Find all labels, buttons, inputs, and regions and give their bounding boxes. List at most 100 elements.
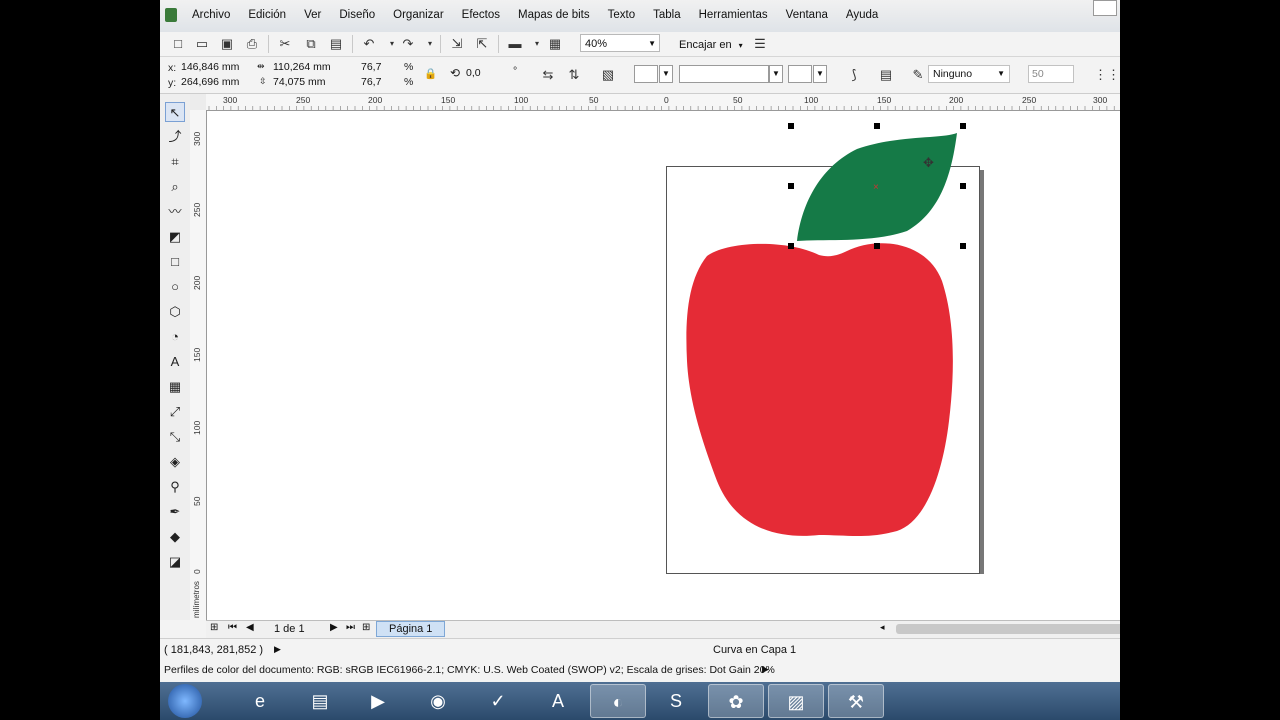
cut-icon[interactable]: ✂ [277, 36, 293, 52]
menu-diseno[interactable]: Diseño [330, 9, 384, 21]
selection-handle[interactable] [788, 243, 794, 249]
corel-icon[interactable]: ✿ [708, 684, 764, 718]
todoist-icon[interactable]: ✓ [470, 684, 526, 718]
window-control-button[interactable] [1093, 0, 1117, 16]
selection-handle[interactable] [874, 243, 880, 249]
y-position-field[interactable]: 264,696 mm [178, 75, 248, 89]
application-launcher-icon[interactable]: ▬ [507, 36, 523, 52]
internet-explorer-icon[interactable]: e [232, 684, 288, 718]
drawing-canvas[interactable]: × ✥ [207, 111, 1120, 620]
outline-tool-icon[interactable]: ✒ [165, 502, 185, 522]
apple-shape[interactable] [686, 243, 953, 536]
start-arrow-select[interactable] [634, 65, 658, 83]
menu-archivo[interactable]: Archivo [190, 9, 239, 21]
menu-efectos[interactable]: Efectos [453, 9, 509, 21]
grid-options-icon[interactable]: ⋮⋮ [1094, 67, 1120, 83]
launcher-dropdown-icon[interactable]: ▾ [529, 36, 545, 52]
rotation-angle-field[interactable]: 0,0 [463, 66, 509, 80]
rectangle-tool-icon[interactable]: □ [165, 252, 185, 272]
menu-edicion[interactable]: Edición [239, 9, 295, 21]
menu-ventana[interactable]: Ventana [777, 9, 837, 21]
menu-mapas-de-bits[interactable]: Mapas de bits [509, 9, 599, 21]
dimension-tool-icon[interactable]: ⤢ [165, 402, 185, 422]
undo-dropdown-icon[interactable]: ▾ [384, 36, 400, 52]
polygon-tool-icon[interactable]: ⬡ [165, 302, 185, 322]
print-icon[interactable]: ⎙ [244, 36, 260, 52]
selection-handle[interactable] [874, 123, 880, 129]
scroll-left-icon[interactable]: ◂ [880, 622, 885, 633]
end-arrow-select[interactable] [788, 65, 812, 83]
photo-icon[interactable]: ▨ [768, 684, 824, 718]
redo-icon[interactable]: ↷ [400, 36, 416, 52]
next-page-icon[interactable]: ▶ [330, 622, 338, 633]
text-tool-icon[interactable]: A [165, 352, 185, 372]
fill-tool-icon[interactable]: ◆ [165, 527, 185, 547]
scale-y-field[interactable]: 76,7 [358, 75, 398, 89]
last-page-icon[interactable]: ⏭ [346, 622, 355, 633]
copy-icon[interactable]: ⧉ [303, 36, 319, 52]
windows-start-icon[interactable] [168, 684, 202, 718]
mirror-horizontal-icon[interactable]: ⇆ [540, 67, 556, 83]
crop-tool-icon[interactable]: ⌗ [165, 152, 185, 172]
align-icon[interactable]: ▧ [600, 67, 616, 83]
basic-shapes-icon[interactable]: ◔ [165, 327, 185, 347]
eyedropper-icon[interactable]: ⚲ [165, 477, 185, 497]
blend-tool-icon[interactable]: ◈ [165, 452, 185, 472]
expand-arrow-icon[interactable]: ▶ [762, 664, 769, 675]
width-field[interactable]: 110,264 mm [270, 60, 342, 74]
menu-tabla[interactable]: Tabla [644, 9, 690, 21]
height-field[interactable]: 74,075 mm [270, 75, 342, 89]
save-icon[interactable]: ▣ [219, 36, 235, 52]
ellipse-tool-icon[interactable]: ○ [165, 277, 185, 297]
undo-icon[interactable]: ↶ [361, 36, 377, 52]
firefox-icon[interactable]: ◐ [590, 684, 646, 718]
expand-arrow-icon[interactable]: ▶ [274, 644, 281, 655]
mirror-vertical-icon[interactable]: ⇅ [566, 67, 582, 83]
add-page-after-icon[interactable]: ⊞ [362, 622, 370, 633]
new-document-icon[interactable]: □ [170, 36, 186, 52]
zoom-level-select[interactable]: 40% ▼ [580, 34, 660, 52]
zoom-tool-icon[interactable]: ⌕ [165, 177, 185, 197]
x-position-field[interactable]: 146,846 mm [178, 60, 248, 74]
skype-icon[interactable]: S [648, 684, 704, 718]
chrome-icon[interactable]: ◉ [410, 684, 466, 718]
options-icon[interactable]: ☰ [752, 36, 768, 52]
line-style-select[interactable] [679, 65, 769, 83]
page-tab[interactable]: Página 1 [376, 621, 446, 637]
add-page-before-icon[interactable]: ⊞ [210, 622, 218, 633]
import-icon[interactable]: ⇲ [449, 36, 465, 52]
first-page-icon[interactable]: ⏮ [228, 622, 237, 633]
open-folder-icon[interactable]: ▭ [194, 36, 210, 52]
welcome-screen-icon[interactable]: ▦ [547, 36, 563, 52]
previous-page-icon[interactable]: ◀ [246, 622, 254, 633]
menu-herramientas[interactable]: Herramientas [690, 9, 777, 21]
menu-ver[interactable]: Ver [295, 9, 330, 21]
selection-handle[interactable] [960, 123, 966, 129]
app-a-icon[interactable]: A [530, 684, 586, 718]
selection-handle[interactable] [788, 183, 794, 189]
horizontal-ruler[interactable]: 300 250 200 150 100 50 0 50 100 150 200 … [206, 94, 1120, 111]
pick-tool-icon[interactable]: ↖ [165, 102, 185, 122]
nudge-field[interactable]: 50 [1028, 65, 1074, 83]
freehand-tool-icon[interactable]: 〰 [165, 202, 185, 222]
menu-ayuda[interactable]: Ayuda [837, 9, 887, 21]
outline-width-select[interactable]: Ninguno ▼ [928, 65, 1010, 83]
selection-handle[interactable] [960, 243, 966, 249]
media-player-icon[interactable]: ▶ [350, 684, 406, 718]
snap-to-dropdown[interactable]: Encajar en ▾ [679, 39, 743, 51]
file-explorer-icon[interactable]: ▤ [292, 684, 348, 718]
table-tool-icon[interactable]: ▦ [165, 377, 185, 397]
ruler-corner[interactable] [190, 94, 206, 110]
menu-texto[interactable]: Texto [599, 9, 645, 21]
redo-dropdown-icon[interactable]: ▾ [422, 36, 438, 52]
export-icon[interactable]: ⇱ [474, 36, 490, 52]
selection-handle[interactable] [960, 183, 966, 189]
horizontal-scrollbar[interactable] [896, 624, 1120, 634]
close-curve-icon[interactable]: ⟆ [846, 67, 862, 83]
selection-handle[interactable] [788, 123, 794, 129]
interactive-fill-icon[interactable]: ◪ [165, 552, 185, 572]
lock-ratio-icon[interactable]: 🔒 [424, 67, 437, 80]
scale-x-field[interactable]: 76,7 [358, 60, 398, 74]
chevron-down-icon[interactable]: ▼ [769, 65, 783, 83]
vertical-ruler[interactable]: 300 250 200 150 100 50 0 milímetros [190, 110, 207, 620]
